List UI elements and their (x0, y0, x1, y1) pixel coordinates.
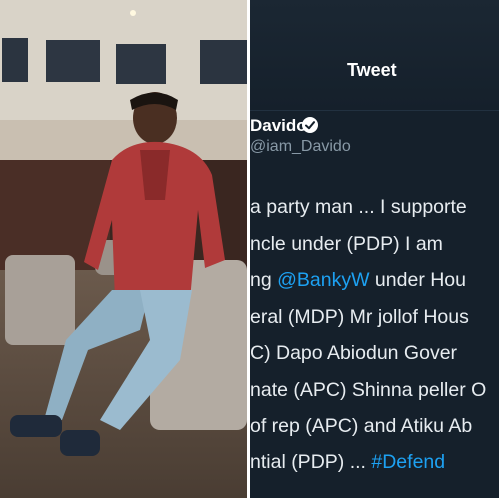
tweet-text: under Hou (369, 269, 466, 291)
tweet-panel: Tweet Davido @iam_Davido a party man ...… (250, 0, 499, 498)
author-name[interactable]: Davido (250, 116, 307, 136)
profile-photo (0, 0, 247, 498)
tweet-line: ng @BankyW under Hou (250, 269, 466, 292)
tweet-line: of rep (APC) and Atiku Ab (250, 415, 472, 438)
tweet-header: Tweet (250, 0, 499, 111)
tweet-line: ntial (PDP) ... #Defend (250, 451, 445, 474)
mention-link[interactable]: @BankyW (277, 269, 369, 291)
author-handle[interactable]: @iam_Davido (250, 138, 351, 156)
tweet-text: a party man ... I supporte (250, 196, 467, 218)
verified-badge-icon (302, 117, 318, 133)
tweet-text: nate (APC) Shinna peller O (250, 379, 487, 401)
tweet-title: Tweet (347, 60, 397, 80)
tweet-line: ncle under (PDP) I am (250, 233, 443, 256)
person-sitting-photo (0, 0, 247, 498)
tweet-text: ncle under (PDP) I am (250, 233, 443, 255)
tweet-text: of rep (APC) and Atiku Ab (250, 415, 473, 437)
tweet-text: ng (250, 269, 278, 291)
tweet-line: eral (MDP) Mr jollof Hous (250, 306, 469, 329)
tweet-line: a party man ... I supporte (250, 196, 467, 219)
hashtag-link[interactable]: #Defend (371, 451, 445, 473)
tweet-line: nate (APC) Shinna peller O (250, 379, 486, 402)
tweet-line: C) Dapo Abiodun Gover (250, 342, 457, 365)
tweet-text: eral (MDP) Mr jollof Hous (250, 306, 469, 328)
tweet-text: ntial (PDP) ... (250, 451, 372, 473)
tweet-text: C) Dapo Abiodun Gover (250, 342, 458, 364)
